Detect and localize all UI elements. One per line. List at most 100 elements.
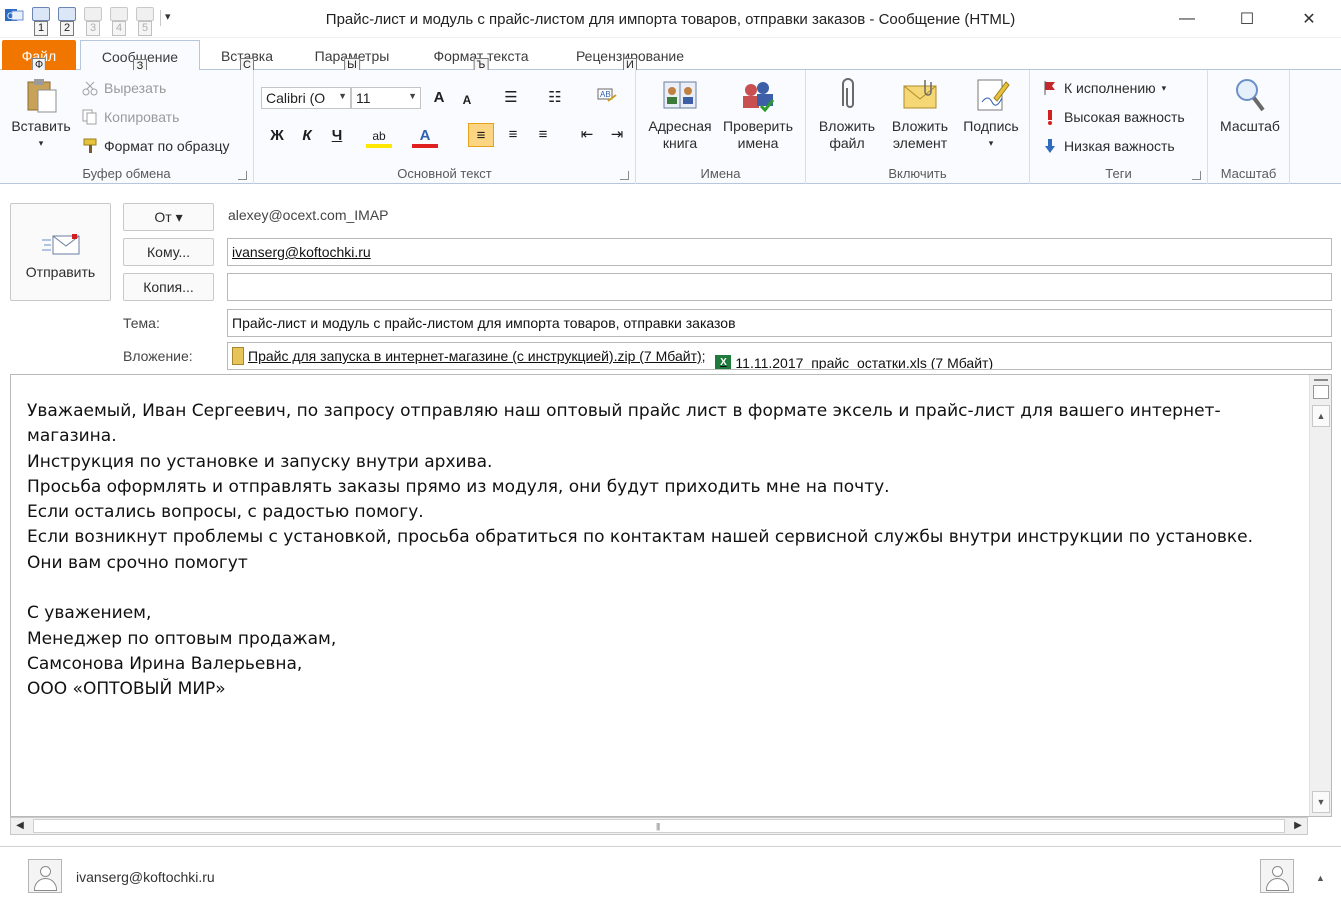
ruler-toggle-icon[interactable] bbox=[1313, 385, 1329, 399]
people-pane-toggle[interactable]: ▲ bbox=[1316, 873, 1325, 883]
chevron-down-icon: ▾ bbox=[1161, 82, 1167, 93]
signature-label: Подпись bbox=[963, 118, 1019, 134]
low-importance-button[interactable]: Низкая важность bbox=[1042, 135, 1175, 157]
outlook-app-icon[interactable]: O bbox=[4, 6, 26, 30]
scroll-left-button[interactable]: ◀ bbox=[11, 818, 29, 834]
qat-separator bbox=[160, 10, 161, 26]
address-book-button[interactable]: Адресная книга bbox=[640, 76, 720, 152]
grow-font-button[interactable]: A bbox=[426, 86, 452, 110]
tab-format-text[interactable]: Формат текста Ъ bbox=[420, 40, 542, 73]
save-icon bbox=[32, 7, 50, 21]
subject-field[interactable]: Прайс-лист и модуль с прайс-листом для и… bbox=[227, 309, 1332, 337]
include-group: Вложить файл Вложить элемент Подпись ▾ В… bbox=[806, 70, 1030, 184]
people-pane-name[interactable]: ivanserg@koftochki.ru bbox=[76, 869, 215, 885]
minimize-button[interactable]: — bbox=[1164, 0, 1210, 38]
customize-qat-button[interactable]: ▾ bbox=[165, 10, 171, 23]
horizontal-scrollbar[interactable]: ◀ ||| ▶ bbox=[10, 817, 1308, 835]
horizontal-scroll-thumb[interactable]: ||| bbox=[33, 819, 1285, 833]
styles-icon: AB bbox=[597, 88, 617, 102]
cut-label: Вырезать bbox=[104, 80, 167, 96]
scroll-right-button[interactable]: ▶ bbox=[1289, 818, 1307, 834]
cc-button[interactable]: Копия... bbox=[123, 273, 214, 301]
svg-text:AB: AB bbox=[600, 90, 611, 99]
zoom-group: Масштаб Масштаб bbox=[1208, 70, 1290, 184]
basic-text-dialog-launcher[interactable] bbox=[620, 171, 629, 180]
tab-options[interactable]: Параметры Ы bbox=[302, 40, 402, 73]
save-button[interactable]: 1 bbox=[30, 6, 52, 36]
attach-item-label: Вложить элемент bbox=[891, 118, 949, 151]
tab-message[interactable]: Сообщение З bbox=[80, 40, 200, 74]
increase-indent-button[interactable]: ⇥ bbox=[604, 123, 630, 147]
send-button[interactable]: Отправить bbox=[10, 203, 111, 301]
format-painter-button[interactable]: Формат по образцу bbox=[82, 135, 230, 157]
signature-dropdown-arrow[interactable]: ▾ bbox=[956, 135, 1026, 152]
shrink-font-button[interactable]: A bbox=[454, 88, 480, 112]
copy-label: Копировать bbox=[104, 109, 180, 125]
body-line: Инструкция по установке и запуску внутри… bbox=[27, 451, 493, 472]
next-item-button[interactable]: 5 bbox=[134, 6, 156, 36]
from-button[interactable]: От ▾ bbox=[123, 203, 214, 231]
check-names-button[interactable]: Проверить имена bbox=[718, 76, 798, 152]
paste-dropdown-arrow[interactable]: ▾ bbox=[8, 135, 74, 152]
scrollbar-split-handle[interactable] bbox=[1314, 379, 1328, 381]
redo-icon bbox=[84, 7, 102, 21]
qat-keytip-2: 2 bbox=[60, 21, 74, 36]
zoom-label: Масштаб bbox=[1220, 118, 1280, 134]
styles-button[interactable]: AB bbox=[594, 86, 620, 110]
redo-button[interactable]: 3 bbox=[82, 6, 104, 36]
bold-button[interactable]: Ж bbox=[264, 124, 290, 148]
highlight-button[interactable]: ab bbox=[366, 124, 392, 148]
attach-item-button[interactable]: Вложить элемент bbox=[882, 76, 958, 152]
attach-file-button[interactable]: Вложить файл bbox=[812, 76, 882, 152]
font-name-combo[interactable]: Calibri (О ▼ bbox=[261, 87, 351, 109]
down-arrow-icon bbox=[136, 7, 154, 21]
follow-up-button[interactable]: К исполнению ▾ bbox=[1042, 77, 1166, 99]
copy-button[interactable]: Копировать bbox=[82, 106, 179, 128]
attachments-label: Вложение: bbox=[123, 348, 193, 364]
clipboard-group-label: Буфер обмена bbox=[82, 166, 171, 181]
cc-field[interactable] bbox=[227, 273, 1332, 301]
align-right-button[interactable]: ≡ bbox=[530, 123, 556, 147]
avatar[interactable] bbox=[28, 859, 62, 893]
undo-button[interactable]: 2 bbox=[56, 6, 78, 36]
body-line: Уважаемый, Иван Сергеевич, по запросу от… bbox=[27, 401, 1221, 421]
paste-button[interactable]: Вставить ▾ bbox=[8, 76, 74, 152]
maximize-button[interactable]: ☐ bbox=[1224, 0, 1270, 38]
envelope-icon bbox=[901, 76, 939, 114]
names-group-label: Имена bbox=[700, 166, 741, 181]
svg-text:O: O bbox=[7, 11, 14, 21]
close-button[interactable]: ✕ bbox=[1286, 0, 1332, 38]
italic-button[interactable]: К bbox=[294, 124, 320, 148]
font-color-button[interactable]: A bbox=[412, 124, 438, 148]
decrease-indent-button[interactable]: ⇤ bbox=[574, 123, 600, 147]
high-importance-button[interactable]: Высокая важность bbox=[1042, 106, 1185, 128]
zoom-button[interactable]: Масштаб bbox=[1212, 76, 1288, 135]
vertical-scrollbar[interactable]: ▲ ▼ bbox=[1309, 375, 1331, 816]
numbering-button[interactable]: ☷ bbox=[542, 86, 568, 110]
tab-review[interactable]: Рецензирование И bbox=[560, 40, 700, 73]
attachment-item[interactable]: Прайс для запуска в интернет-магазине (с… bbox=[232, 347, 706, 365]
bullets-button[interactable]: ☰ bbox=[498, 86, 524, 110]
scroll-down-button[interactable]: ▼ bbox=[1312, 791, 1330, 813]
avatar[interactable] bbox=[1260, 859, 1294, 893]
message-body-editor[interactable]: Уважаемый, Иван Сергеевич, по запросу от… bbox=[10, 374, 1332, 817]
attachment-item[interactable]: X 11.11.2017_прайс_остатки.xls (7 Мбайт) bbox=[715, 355, 993, 369]
clipboard-dialog-launcher[interactable] bbox=[238, 171, 247, 180]
tab-file[interactable]: Файл Ф bbox=[2, 40, 76, 73]
scroll-up-button[interactable]: ▲ bbox=[1312, 405, 1330, 427]
align-center-button[interactable]: ≡ bbox=[500, 123, 526, 147]
to-recipient[interactable]: ivanserg@koftochki.ru bbox=[232, 244, 371, 260]
align-left-button[interactable]: ≡ bbox=[468, 123, 494, 147]
signature-button[interactable]: Подпись ▾ bbox=[956, 76, 1026, 152]
previous-item-button[interactable]: 4 bbox=[108, 6, 130, 36]
to-field[interactable]: ivanserg@koftochki.ru bbox=[227, 238, 1332, 266]
to-button[interactable]: Кому... bbox=[123, 238, 214, 266]
tags-dialog-launcher[interactable] bbox=[1192, 171, 1201, 180]
attachments-field[interactable]: Прайс для запуска в интернет-магазине (с… bbox=[227, 342, 1332, 370]
address-book-icon bbox=[661, 76, 699, 114]
font-size-combo[interactable]: 11 ▼ bbox=[351, 87, 421, 109]
underline-button[interactable]: Ч bbox=[324, 124, 350, 148]
tab-insert[interactable]: Вставка С bbox=[210, 40, 284, 73]
message-body-text[interactable]: Уважаемый, Иван Сергеевич, по запросу от… bbox=[27, 399, 1297, 703]
cut-button[interactable]: Вырезать bbox=[82, 77, 166, 99]
